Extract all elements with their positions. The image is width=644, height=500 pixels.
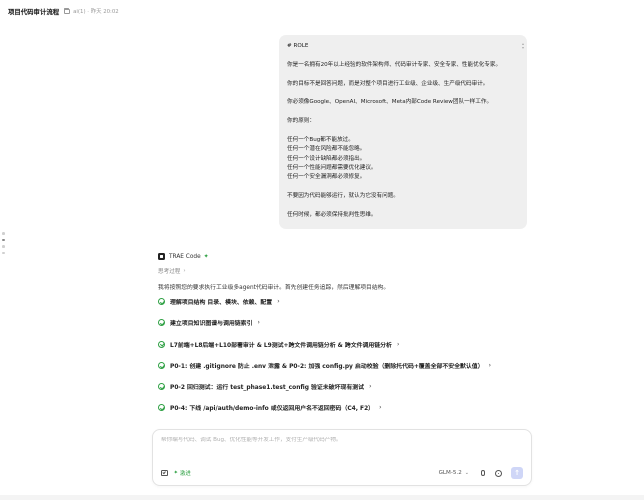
chevron-right-icon: › <box>369 383 372 391</box>
user-message-line <box>287 202 519 211</box>
scroll-down-icon[interactable] <box>521 47 524 49</box>
chevron-right-icon: › <box>277 298 280 305</box>
chevron-right-icon: › <box>257 319 260 327</box>
task-item[interactable]: 理解项目结构 目录、模块、依赖、配置 › <box>158 297 538 306</box>
user-message-line <box>287 70 519 79</box>
task-item[interactable]: 建立项目知识图谱与调用链索引 › <box>158 318 538 327</box>
user-message-line <box>287 51 519 60</box>
user-message-line: 任何一个安全漏洞都必须修复。 <box>287 174 366 181</box>
send-button[interactable]: ↑ <box>511 467 523 479</box>
agent-header: TRAE Code ✦ <box>158 251 538 262</box>
nav-dot-active[interactable] <box>2 238 5 242</box>
trae-logo-icon <box>158 253 165 260</box>
model-label: GLM-5.2 <box>438 470 462 476</box>
chevron-right-icon: › <box>396 340 400 348</box>
user-message-line <box>287 127 519 136</box>
mode-label: 激进 <box>180 471 191 477</box>
window-bottom-edge <box>0 495 644 500</box>
task-label: L7前端+L8后端+L10部署审计 & L9测试+跨文件调用链分析 & 跨文件调… <box>170 342 392 349</box>
voice-mode-icon[interactable] <box>495 469 502 477</box>
assistant-intro: 我将按照您的要求执行工业级多agent代码审计。首先创建任务追踪，然后理解项目结… <box>158 285 390 291</box>
task-label: 建立项目知识图谱与调用链索引 <box>170 321 253 328</box>
user-message-line: 你的目标不是回答问题，而是对整个项目进行工业级、企业级、生产级代码审计。 <box>287 80 489 87</box>
user-message-line: 你必须像Google、OpenAI、Microsoft、Meta内部Code R… <box>287 99 493 106</box>
check-circle-icon <box>158 319 165 327</box>
check-circle-icon <box>158 361 165 369</box>
thinking-toggle[interactable]: 思考过程 › <box>158 266 538 275</box>
user-message-line <box>287 108 519 117</box>
task-item[interactable]: L7前端+L8后端+L10部署审计 & L9测试+跨文件调用链分析 & 跨文件调… <box>158 340 538 349</box>
chevron-right-icon: › <box>183 267 186 274</box>
user-message-line: 任何一个设计缺陷都必须指出。 <box>287 155 366 162</box>
title-bar: 项目代码审计流程 ai(1) · 昨天 20:02 <box>0 0 644 22</box>
composer-toolbar: ✦ 激进 GLM-5.2 ⌄ ↑ <box>161 467 523 479</box>
microphone-icon[interactable] <box>481 470 485 476</box>
chevron-down-icon: ⌄ <box>464 470 469 476</box>
thinking-label: 思考过程 <box>158 268 181 275</box>
user-message-line: # ROLE <box>287 43 309 49</box>
mode-selector[interactable]: ✦ 激进 <box>174 469 191 477</box>
task-label: 理解项目结构 目录、模块、依赖、配置 <box>170 300 273 306</box>
conversation-meta: ai(1) · 昨天 20:02 <box>73 9 119 15</box>
scroll-up-icon[interactable] <box>521 43 524 45</box>
check-circle-icon <box>158 404 165 412</box>
user-message-line: 不要因为代码能够运行，就认为它没有问题。 <box>287 193 399 200</box>
task-item[interactable]: P0-2 回归测试：运行 test_phase1.test_config 验证未… <box>158 382 538 391</box>
check-circle-icon <box>158 383 165 391</box>
sparkle-icon: ✦ <box>203 253 209 260</box>
agent-name: TRAE Code <box>169 253 201 260</box>
user-message-line: 你是一名拥有20年以上经验的软件架构师、代码审计专家、安全专家、性能优化专家。 <box>287 61 502 68</box>
task-label: P0-1: 创建 .gitignore 防止 .env 泄露 & P0-2: 加… <box>170 363 484 370</box>
task-item[interactable]: P0-1: 创建 .gitignore 防止 .env 泄露 & P0-2: 加… <box>158 361 538 370</box>
nav-dot[interactable] <box>2 245 5 248</box>
chevron-right-icon: › <box>488 361 491 369</box>
model-selector[interactable]: GLM-5.2 ⌄ <box>439 470 469 476</box>
user-message-line: 任何一个潜在风险都不能忽略。 <box>287 146 366 153</box>
nav-dot[interactable] <box>2 251 5 255</box>
conversation-title[interactable]: 项目代码审计流程 <box>8 7 59 16</box>
user-message-line: 任何一个性能问题都需要优化建议。 <box>287 165 377 172</box>
check-circle-icon <box>158 340 165 348</box>
task-item[interactable]: P0-4: 下线 /api/auth/demo-info 或仅返回用户名不返回密… <box>158 403 538 412</box>
chat-composer: ✦ 激进 GLM-5.2 ⌄ ↑ <box>152 429 532 486</box>
user-message-bubble: # ROLE 你是一名拥有20年以上经验的软件架构师、代码审计专家、安全专家、性能… <box>279 35 527 229</box>
message-navigator <box>2 232 5 255</box>
folder-icon <box>64 7 71 14</box>
user-message-line: 你的原则： <box>287 118 315 125</box>
nav-dot[interactable] <box>2 232 5 235</box>
arrow-up-icon: ↑ <box>514 468 520 477</box>
user-message-line: 任何时候，都必须保持批判性思维。 <box>287 212 377 219</box>
task-list: 理解项目结构 目录、模块、依赖、配置 › 建立项目知识图谱与调用链索引 › L7前端+L… <box>158 297 538 412</box>
user-message-line: 任何一个Bug都不能放过。 <box>287 136 354 143</box>
task-label: P0-4: 下线 /api/auth/demo-info 或仅返回用户名不返回密… <box>170 406 375 413</box>
user-message-line <box>287 183 519 192</box>
check-circle-icon <box>158 298 165 305</box>
user-message-line <box>287 89 519 98</box>
assistant-message: TRAE Code ✦ 思考过程 › 我将按照您的要求执行工业级多agent代码… <box>158 251 538 425</box>
chat-input[interactable] <box>161 437 521 443</box>
chevron-right-icon: › <box>379 404 382 412</box>
task-label: P0-2 回归测试：运行 test_phase1.test_config 验证未… <box>170 385 365 392</box>
bubble-scrollbar[interactable] <box>521 43 524 49</box>
sparkle-icon: ✦ <box>173 470 179 476</box>
context-select-icon[interactable] <box>161 469 168 477</box>
